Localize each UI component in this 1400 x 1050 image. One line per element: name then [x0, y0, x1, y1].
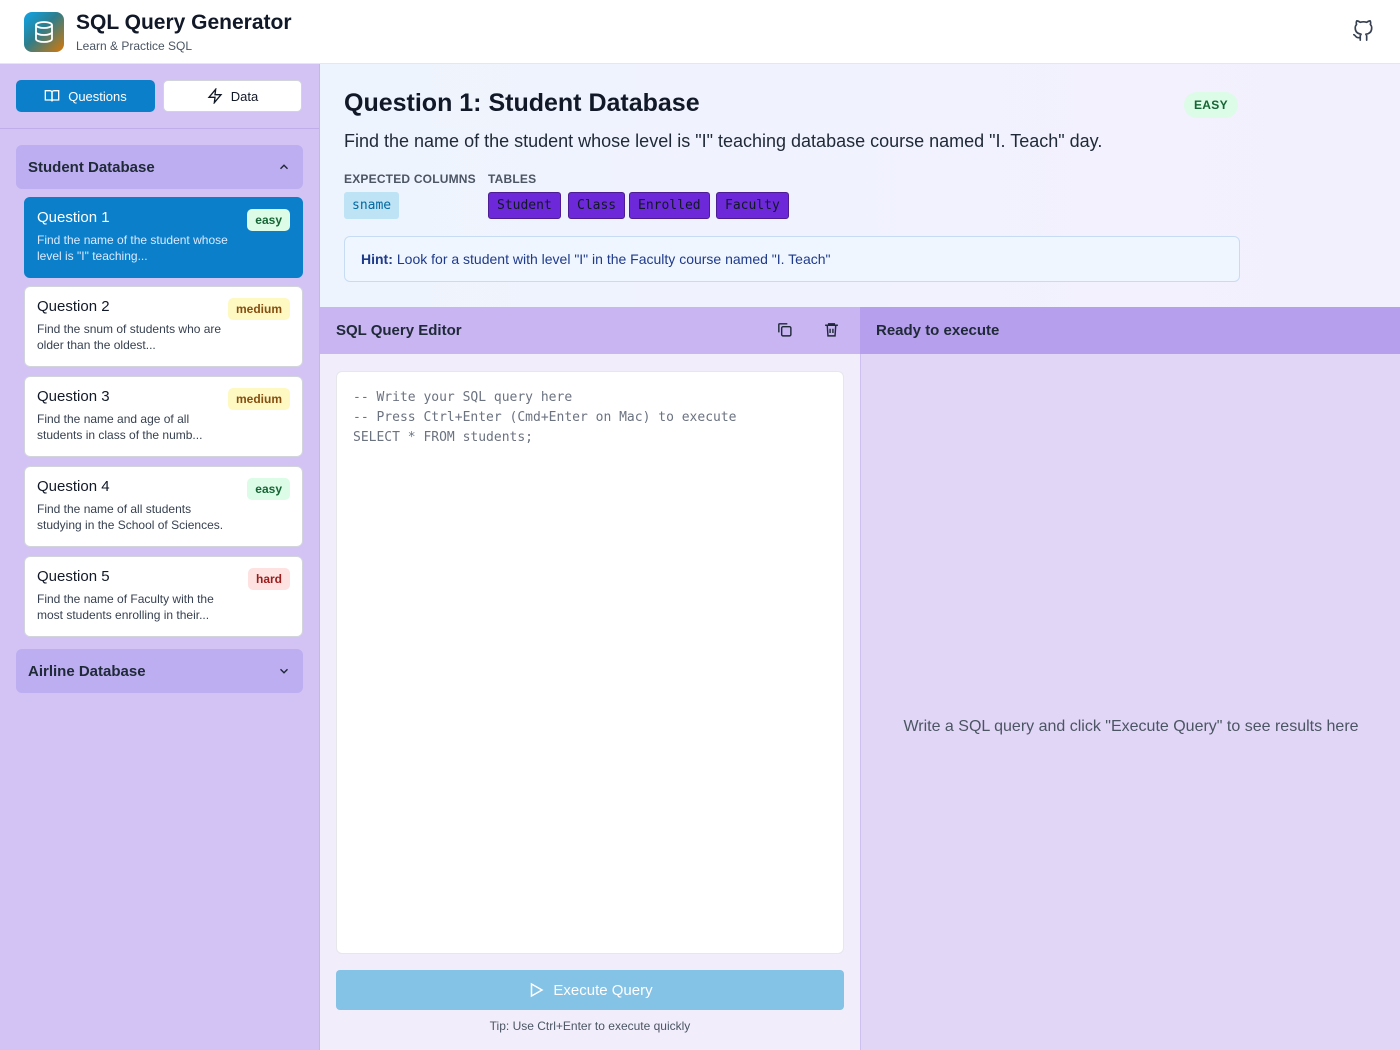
group-label: Student Database	[28, 158, 155, 176]
question-description: Find the name of the student whose level…	[344, 131, 1103, 151]
difficulty-badge: easy	[247, 478, 290, 500]
github-icon[interactable]	[1352, 20, 1376, 44]
question-desc: Find the name of all students studying i…	[37, 502, 224, 532]
sql-editor-input[interactable]: -- Write your SQL query here -- Press Ct…	[336, 371, 844, 954]
sidebar-tabs: Questions Data	[0, 64, 319, 129]
question-desc: Find the name and age of all students in…	[37, 412, 203, 442]
tables-label: TABLES	[488, 172, 537, 186]
table-chip: Enrolled	[629, 192, 710, 219]
difficulty-badge: medium	[227, 388, 290, 410]
question-desc: Find the name of Faculty with the most s…	[37, 592, 214, 622]
tab-questions-label: Questions	[68, 88, 127, 104]
difficulty-badge: easy	[247, 209, 290, 231]
results-header: Ready to execute	[860, 307, 1400, 354]
question-desc: Find the name of the student whose level…	[37, 233, 228, 263]
group-airline-database[interactable]: Airline Database	[16, 649, 303, 693]
tab-data[interactable]: Data	[163, 80, 302, 112]
question-card-3[interactable]: Question 3 Find the name and age of all …	[24, 376, 303, 457]
results-panel: Write a SQL query and click "Execute Que…	[860, 354, 1400, 1050]
tab-questions[interactable]: Questions	[16, 80, 155, 112]
hint-text: Look for a student with level "I" in the…	[396, 251, 831, 267]
question-heading: Question 1: Student Database	[344, 89, 700, 117]
editor-header: SQL Query Editor	[320, 307, 860, 354]
trash-icon[interactable]	[823, 321, 840, 338]
hint-box: Hint: Look for a student with level "I" …	[344, 236, 1240, 282]
question-card-2[interactable]: Question 2 Find the snum of students who…	[24, 286, 303, 367]
expected-columns-label: EXPECTED COLUMNS	[344, 172, 476, 186]
tab-data-label: Data	[230, 88, 259, 104]
question-card-5[interactable]: Question 5 Find the name of Faculty with…	[24, 556, 303, 637]
group-student-database[interactable]: Student Database	[16, 145, 303, 189]
app-header: SQL Query Generator Learn & Practice SQL	[0, 0, 1400, 64]
group-label: Airline Database	[28, 662, 146, 680]
column-chip: sname	[344, 192, 400, 219]
execute-query-button[interactable]: Execute Query	[336, 970, 844, 1010]
execute-label: Execute Query	[553, 981, 653, 999]
lightning-icon	[207, 88, 223, 104]
editor-body: -- Write your SQL query here -- Press Ct…	[320, 354, 860, 1050]
editor-title: SQL Query Editor	[336, 322, 462, 339]
question-desc: Find the snum of students who are older …	[37, 322, 222, 352]
question-panel: Question 1: Student Database EASY Find t…	[320, 64, 1400, 307]
chevron-up-icon	[280, 164, 288, 170]
copy-icon[interactable]	[776, 321, 793, 338]
results-status: Ready to execute	[876, 322, 1000, 339]
book-icon	[44, 90, 60, 102]
database-logo-icon	[24, 11, 64, 52]
hint-label: Hint:	[361, 251, 393, 267]
sidebar: Questions Data Student Database Question…	[0, 64, 320, 1050]
play-icon	[531, 982, 544, 998]
difficulty-pill: EASY	[1184, 92, 1238, 118]
difficulty-badge: medium	[227, 298, 290, 320]
table-chip: Faculty	[716, 192, 789, 219]
app-title: SQL Query Generator	[76, 10, 292, 34]
question-card-1[interactable]: Question 1 Find the name of the student …	[24, 197, 303, 278]
question-card-4[interactable]: Question 4 Find the name of all students…	[24, 466, 303, 547]
difficulty-badge: hard	[247, 568, 290, 590]
app-subtitle: Learn & Practice SQL	[76, 38, 193, 53]
tip-text: Tip: Use Ctrl+Enter to execute quickly	[489, 1019, 691, 1033]
table-chip: Student	[488, 192, 561, 219]
chevron-down-icon	[280, 668, 288, 674]
table-chip: Class	[568, 192, 626, 219]
results-empty-message: Write a SQL query and click "Execute Que…	[903, 718, 1359, 735]
